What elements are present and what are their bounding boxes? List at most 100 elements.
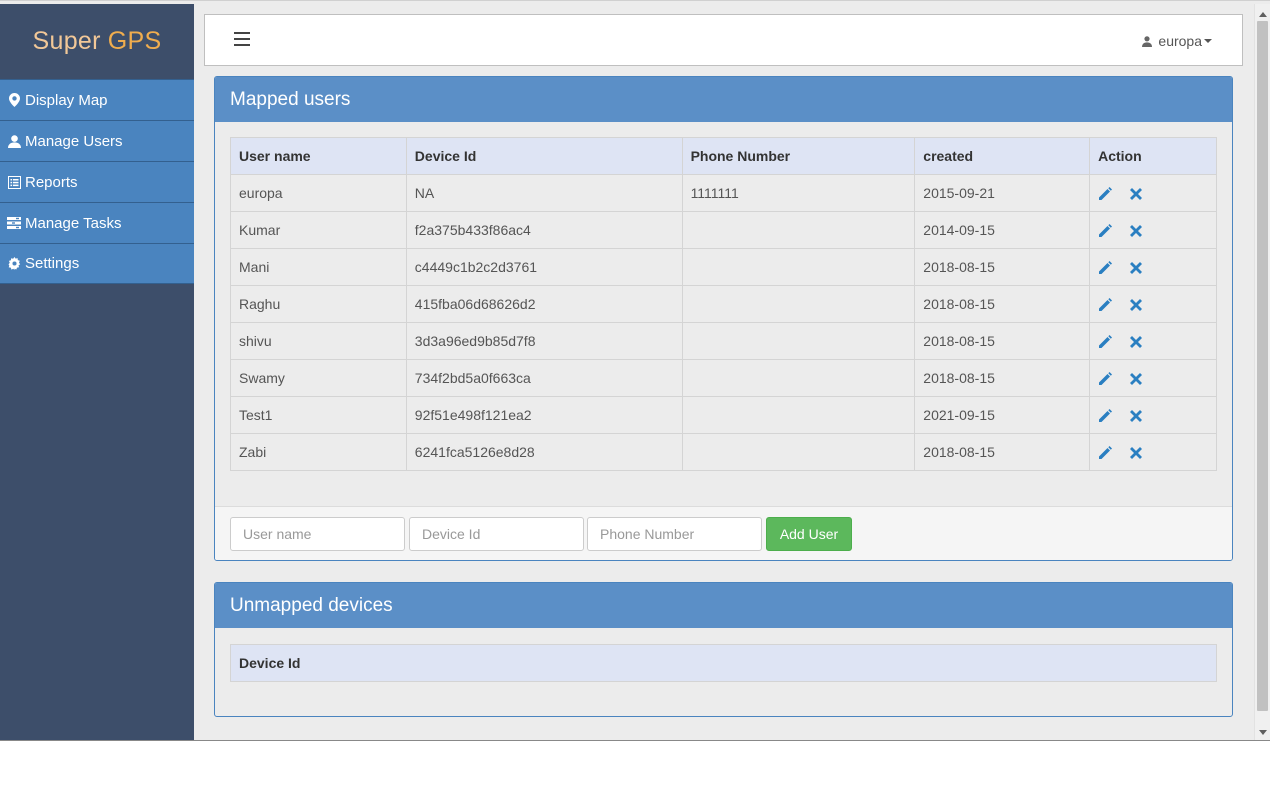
edit-pencil-icon[interactable] xyxy=(1098,298,1113,312)
device-id-cell: c4449c1b2c2d3761 xyxy=(405,248,683,286)
device-id-cell: f2a375b433f86ac4 xyxy=(405,211,683,249)
column-header-device-id: Device Id xyxy=(230,644,1217,682)
created-cell: 2018-08-15 xyxy=(914,322,1091,360)
created-cell: 2014-09-15 xyxy=(914,211,1091,249)
device-id-cell: 92f51e498f121ea2 xyxy=(405,396,683,434)
edit-pencil-icon[interactable] xyxy=(1098,446,1113,460)
created-cell: 2018-08-15 xyxy=(914,433,1091,471)
edit-pencil-icon[interactable] xyxy=(1098,187,1113,201)
add-user-button[interactable]: Add User xyxy=(766,517,852,551)
column-header-phone: Phone Number xyxy=(681,137,916,175)
sidebar-item-label: Manage Users xyxy=(25,132,123,150)
device-id-cell: 3d3a96ed9b85d7f8 xyxy=(405,322,683,360)
username-cell: europa xyxy=(230,174,407,212)
tasks-icon xyxy=(7,216,21,230)
browser-viewport: Super GPS Display Map Manage Users Repor… xyxy=(0,0,1270,741)
sidebar-item-reports[interactable]: Reports xyxy=(0,161,194,202)
list-alt-icon xyxy=(7,175,21,189)
user-dropdown[interactable]: europa xyxy=(1142,33,1212,49)
edit-pencil-icon[interactable] xyxy=(1098,335,1113,349)
scroll-up-icon[interactable] xyxy=(1259,12,1267,17)
table-row: Mani c4449c1b2c2d3761 2018-08-15 xyxy=(230,248,1217,286)
username-cell: Raghu xyxy=(230,285,407,323)
delete-x-icon[interactable] xyxy=(1130,299,1143,312)
map-marker-icon xyxy=(7,93,21,107)
device-id-cell: NA xyxy=(405,174,683,212)
delete-x-icon[interactable] xyxy=(1130,262,1143,275)
scrollbar-thumb[interactable] xyxy=(1257,21,1268,711)
created-cell: 2018-08-15 xyxy=(914,359,1091,397)
phone-number-cell xyxy=(681,322,916,360)
table-row: europa NA 1111111 2015-09-21 xyxy=(230,174,1217,212)
table-header-row: User name Device Id Phone Number created… xyxy=(230,137,1217,175)
sidebar-item-label: Reports xyxy=(25,173,78,191)
sidebar-item-label: Settings xyxy=(25,255,80,272)
phone-number-cell xyxy=(681,359,916,397)
brand-logo[interactable]: Super GPS xyxy=(0,4,194,79)
username-cell: Swamy xyxy=(230,359,407,397)
delete-x-icon[interactable] xyxy=(1130,225,1143,238)
username-cell: Mani xyxy=(230,248,407,286)
action-cell xyxy=(1089,174,1217,212)
main-content: europa Mapped users User name Device Id … xyxy=(194,4,1254,740)
user-icon xyxy=(1142,35,1153,47)
sidebar-item-manage-tasks[interactable]: Manage Tasks xyxy=(0,202,194,243)
device-id-cell: 415fba06d68626d2 xyxy=(405,285,683,323)
username-cell: shivu xyxy=(230,322,407,360)
vertical-scrollbar[interactable] xyxy=(1254,4,1270,740)
action-cell xyxy=(1089,285,1217,323)
device-id-input[interactable] xyxy=(409,517,584,551)
phone-number-cell: 1111111 xyxy=(681,174,916,212)
table-row: Swamy 734f2bd5a0f663ca 2018-08-15 xyxy=(230,359,1217,397)
phone-number-input[interactable] xyxy=(587,517,762,551)
edit-pencil-icon[interactable] xyxy=(1098,261,1113,275)
action-cell xyxy=(1089,359,1217,397)
gear-icon xyxy=(7,257,21,271)
phone-number-cell xyxy=(681,211,916,249)
column-header-username: User name xyxy=(230,137,407,175)
edit-pencil-icon[interactable] xyxy=(1098,224,1113,238)
sidebar-item-settings[interactable]: Settings xyxy=(0,243,194,284)
phone-number-cell xyxy=(681,285,916,323)
unmapped-devices-panel: Unmapped devices Device Id xyxy=(214,582,1233,717)
brand-name-part1: Super xyxy=(32,27,101,55)
sidebar-item-manage-users[interactable]: Manage Users xyxy=(0,120,194,161)
table-row: Zabi 6241fca5126e8d28 2018-08-15 xyxy=(230,433,1217,471)
delete-x-icon[interactable] xyxy=(1130,373,1143,386)
column-header-device-id: Device Id xyxy=(405,137,683,175)
created-cell: 2021-09-15 xyxy=(914,396,1091,434)
action-cell xyxy=(1089,248,1217,286)
sidebar-item-display-map[interactable]: Display Map xyxy=(0,79,194,120)
delete-x-icon[interactable] xyxy=(1130,447,1143,460)
username-cell: Kumar xyxy=(230,211,407,249)
table-row: Raghu 415fba06d68626d2 2018-08-15 xyxy=(230,285,1217,323)
edit-pencil-icon[interactable] xyxy=(1098,409,1113,423)
table-row: Test1 92f51e498f121ea2 2021-09-15 xyxy=(230,396,1217,434)
phone-number-cell xyxy=(681,248,916,286)
device-id-cell: 6241fca5126e8d28 xyxy=(405,433,683,471)
action-cell xyxy=(1089,322,1217,360)
action-cell xyxy=(1089,211,1217,249)
created-cell: 2018-08-15 xyxy=(914,248,1091,286)
mapped-users-panel: Mapped users User name Device Id Phone N… xyxy=(214,76,1233,561)
device-id-cell: 734f2bd5a0f663ca xyxy=(405,359,683,397)
username-input[interactable] xyxy=(230,517,405,551)
panel-title: Unmapped devices xyxy=(215,583,1232,628)
menu-toggle-icon[interactable] xyxy=(234,32,250,48)
delete-x-icon[interactable] xyxy=(1130,188,1143,201)
unmapped-devices-table: Device Id xyxy=(230,644,1217,682)
delete-x-icon[interactable] xyxy=(1130,336,1143,349)
table-row: shivu 3d3a96ed9b85d7f8 2018-08-15 xyxy=(230,322,1217,360)
column-header-action: Action xyxy=(1089,137,1217,175)
scroll-down-icon[interactable] xyxy=(1259,730,1267,735)
created-cell: 2018-08-15 xyxy=(914,285,1091,323)
column-header-created: created xyxy=(914,137,1091,175)
sidebar-item-label: Manage Tasks xyxy=(25,214,122,232)
panel-title: Mapped users xyxy=(215,77,1232,122)
edit-pencil-icon[interactable] xyxy=(1098,372,1113,386)
action-cell xyxy=(1089,433,1217,471)
username-cell: Test1 xyxy=(230,396,407,434)
delete-x-icon[interactable] xyxy=(1130,410,1143,423)
username-label: europa xyxy=(1158,33,1202,49)
action-cell xyxy=(1089,396,1217,434)
